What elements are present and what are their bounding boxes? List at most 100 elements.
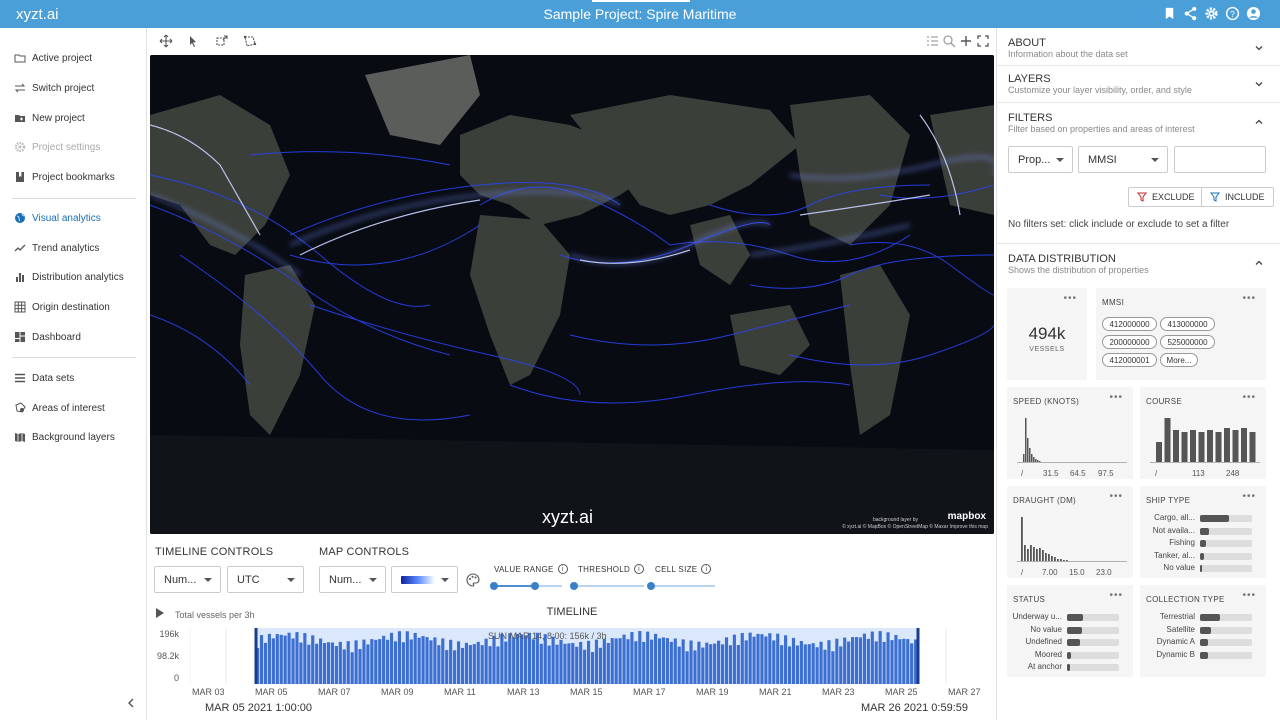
bar-track[interactable]	[1200, 527, 1252, 535]
timeline-number-select[interactable]: Num...	[154, 566, 221, 593]
more-options-icon[interactable]: •••	[1242, 293, 1256, 304]
bar-track[interactable]	[1200, 515, 1252, 522]
sidebar-item-active-project[interactable]: Active project	[14, 48, 92, 68]
timeline-bar	[847, 641, 851, 684]
bar-track[interactable]	[1067, 639, 1119, 646]
bookmark-icon[interactable]	[1161, 5, 1178, 22]
zoom-in-icon[interactable]	[959, 34, 973, 48]
bar-track[interactable]	[1200, 565, 1252, 572]
sidebar-item-background-layers[interactable]: Background layers	[14, 427, 115, 447]
timeline-bar	[315, 643, 319, 684]
map-attribution[interactable]: © xyzt.ai © MapBox © OpenStreetMap © Max…	[842, 524, 988, 530]
include-button[interactable]: INCLUDE	[1201, 187, 1274, 207]
info-icon[interactable]: i	[701, 564, 712, 574]
bar-fill	[1067, 651, 1072, 659]
threshold-slider[interactable]	[570, 581, 644, 591]
sidebar-item-new-project[interactable]: New project	[14, 108, 85, 128]
slider-handle[interactable]	[570, 582, 578, 590]
speed-histogram[interactable]	[1017, 415, 1127, 463]
info-icon[interactable]: i	[557, 564, 568, 574]
mmsi-chip[interactable]: 525000000	[1160, 335, 1215, 349]
collapse-sidebar-icon[interactable]	[124, 696, 138, 710]
sidebar-item-distribution-analytics[interactable]: Distribution analytics	[14, 267, 124, 287]
select-icon[interactable]	[187, 34, 201, 48]
sidebar-item-project-bookmarks[interactable]: Project bookmarks	[14, 167, 115, 187]
filters-title: FILTERS	[1008, 112, 1053, 124]
filter-property-select[interactable]: Prop...	[1008, 146, 1073, 173]
value-range-slider[interactable]	[490, 581, 562, 591]
bar-track[interactable]	[1200, 651, 1252, 659]
more-options-icon[interactable]: •••	[1109, 392, 1123, 403]
sidebar-item-areas-of-interest[interactable]: Areas of interest	[14, 398, 105, 418]
more-options-icon[interactable]: •••	[1109, 590, 1123, 601]
pan-icon[interactable]	[159, 34, 173, 48]
bar-track[interactable]	[1200, 552, 1252, 560]
chevron-up-icon[interactable]	[1254, 258, 1264, 268]
info-icon[interactable]: i	[634, 564, 645, 574]
sidebar-item-switch-project[interactable]: Switch project	[14, 78, 94, 98]
sidebar-item-visual-analytics[interactable]: Visual analytics	[14, 208, 101, 228]
mmsi-chip[interactable]: 412000001	[1102, 353, 1157, 367]
map-number-select[interactable]: Num...	[319, 566, 386, 593]
chevron-down-icon[interactable]	[1254, 43, 1264, 53]
top-bar: xyzt.ai Sample Project: Spire Maritime ?	[0, 0, 1280, 28]
bar-track[interactable]	[1200, 626, 1252, 634]
timeline-bar	[259, 635, 264, 684]
bar-track[interactable]	[1067, 626, 1119, 634]
more-options-icon[interactable]: •••	[1063, 293, 1077, 304]
bar-fill	[1067, 664, 1070, 671]
draw-rectangle-icon[interactable]	[215, 34, 229, 48]
chevron-down-icon[interactable]	[1254, 79, 1264, 89]
slider-handle-max[interactable]	[530, 582, 539, 590]
mmsi-chip[interactable]: 200000000	[1102, 335, 1157, 349]
sidebar-item-dashboard[interactable]: Dashboard	[14, 327, 81, 347]
mmsi-more-chip[interactable]: More...	[1160, 353, 1198, 367]
more-options-icon[interactable]: •••	[1109, 491, 1123, 502]
sidebar-item-origin-destination[interactable]: Origin destination	[14, 297, 110, 317]
mmsi-chip[interactable]: 412000000	[1102, 317, 1157, 331]
more-options-icon[interactable]: •••	[1242, 392, 1256, 403]
bar-track[interactable]	[1067, 614, 1119, 621]
slider-handle[interactable]	[647, 582, 655, 590]
sidebar-item-project-settings[interactable]: Project settings	[14, 137, 100, 157]
sidebar-item-trend-analytics[interactable]: Trend analytics	[14, 238, 99, 258]
bar-track[interactable]	[1067, 651, 1119, 659]
filter-value-input[interactable]	[1174, 146, 1266, 173]
slider-handle-min[interactable]	[490, 582, 498, 590]
timeline-bar	[492, 635, 496, 684]
exclude-button[interactable]: EXCLUDE	[1128, 187, 1204, 207]
bar-track[interactable]	[1200, 639, 1252, 646]
bar-track[interactable]	[1200, 614, 1252, 621]
mmsi-chip[interactable]: 413000000	[1160, 317, 1215, 331]
course-histogram[interactable]	[1150, 415, 1260, 463]
timezone-select[interactable]: UTC	[227, 566, 304, 593]
select-value: MMSI	[1088, 153, 1117, 166]
sidebar-item-data-sets[interactable]: Data sets	[14, 368, 74, 388]
palette-icon[interactable]	[466, 573, 480, 587]
filter-field-select[interactable]: MMSI	[1078, 146, 1168, 173]
timeline-bar	[760, 634, 764, 684]
map-view[interactable]: xyzt.ai background layer by mapbox © xyz…	[150, 55, 994, 534]
timeline-bar	[476, 641, 480, 684]
help-icon[interactable]: ?	[1224, 5, 1241, 22]
more-options-icon[interactable]: •••	[1242, 590, 1256, 601]
timeline-bar	[567, 643, 571, 684]
cell-size-slider[interactable]	[647, 581, 715, 591]
bar-track[interactable]	[1200, 540, 1252, 547]
bar-track[interactable]	[1067, 664, 1119, 671]
fullscreen-icon[interactable]	[976, 34, 990, 48]
sidebar-item-label: Background layers	[32, 431, 115, 443]
timeline-bar	[559, 639, 563, 684]
draught-histogram[interactable]	[1017, 514, 1127, 562]
account-icon[interactable]	[1245, 5, 1262, 22]
legend-icon[interactable]	[925, 34, 939, 48]
draw-polygon-icon[interactable]	[243, 34, 257, 48]
timeline-bar	[851, 637, 855, 684]
share-icon[interactable]	[1182, 5, 1199, 22]
chevron-up-icon[interactable]	[1254, 117, 1264, 127]
mapbox-logo[interactable]: mapbox	[948, 511, 986, 522]
gear-icon[interactable]	[1203, 5, 1220, 22]
more-options-icon[interactable]: •••	[1242, 491, 1256, 502]
search-icon[interactable]	[942, 34, 956, 48]
color-gradient-select[interactable]	[391, 566, 458, 593]
